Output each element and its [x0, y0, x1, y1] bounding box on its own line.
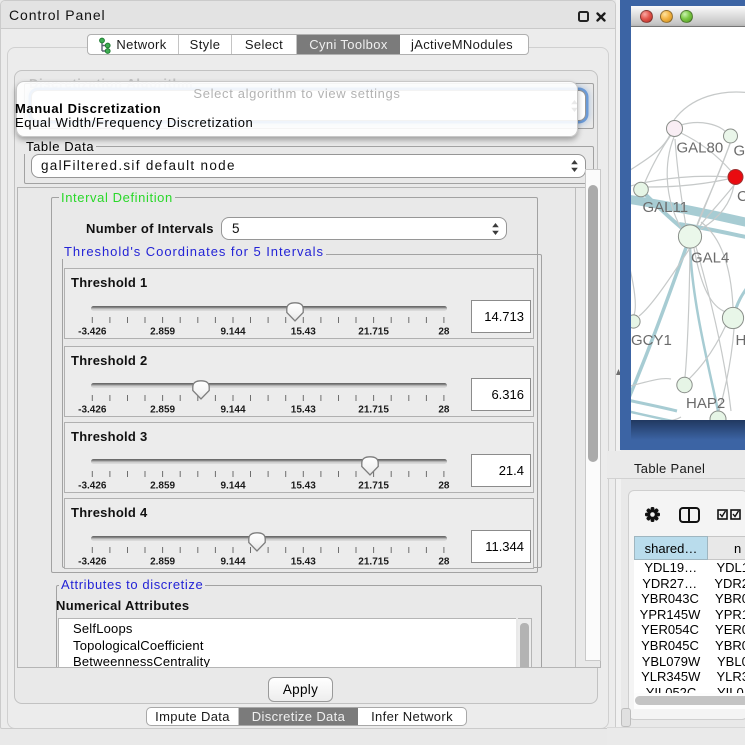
svg-text:21.715: 21.715: [358, 557, 389, 568]
svg-text:28: 28: [438, 404, 450, 415]
svg-text:2.859: 2.859: [150, 404, 175, 415]
svg-text:9.144: 9.144: [220, 557, 245, 568]
svg-text:21.715: 21.715: [358, 327, 389, 338]
svg-text:GA: GA: [734, 143, 745, 160]
svg-text:28: 28: [438, 557, 450, 568]
svg-text:9.144: 9.144: [220, 480, 245, 491]
svg-text:GAL11: GAL11: [643, 199, 689, 216]
svg-text:15.43: 15.43: [291, 327, 316, 338]
svg-text:-3.426: -3.426: [78, 480, 107, 491]
svg-text:GCY1: GCY1: [631, 332, 672, 349]
svg-text:GAL80: GAL80: [677, 140, 724, 157]
svg-text:-3.426: -3.426: [78, 327, 107, 338]
svg-text:9.144: 9.144: [220, 327, 245, 338]
svg-text:21.715: 21.715: [358, 480, 389, 491]
svg-text:9.144: 9.144: [220, 404, 245, 415]
svg-text:28: 28: [438, 480, 450, 491]
svg-text:28: 28: [438, 327, 450, 338]
svg-text:2.859: 2.859: [150, 557, 175, 568]
svg-text:HAP2: HAP2: [686, 395, 725, 412]
svg-text:21.715: 21.715: [358, 404, 389, 415]
svg-text:15.43: 15.43: [291, 404, 316, 415]
svg-text:2.859: 2.859: [150, 327, 175, 338]
svg-text:15.43: 15.43: [291, 557, 316, 568]
svg-text:2.859: 2.859: [150, 480, 175, 491]
svg-text:-3.426: -3.426: [78, 404, 107, 415]
svg-text:GAL4: GAL4: [691, 250, 729, 267]
svg-text:CY: CY: [737, 188, 745, 205]
svg-text:-3.426: -3.426: [78, 557, 107, 568]
svg-text:HA: HA: [736, 332, 745, 349]
svg-text:15.43: 15.43: [291, 480, 316, 491]
